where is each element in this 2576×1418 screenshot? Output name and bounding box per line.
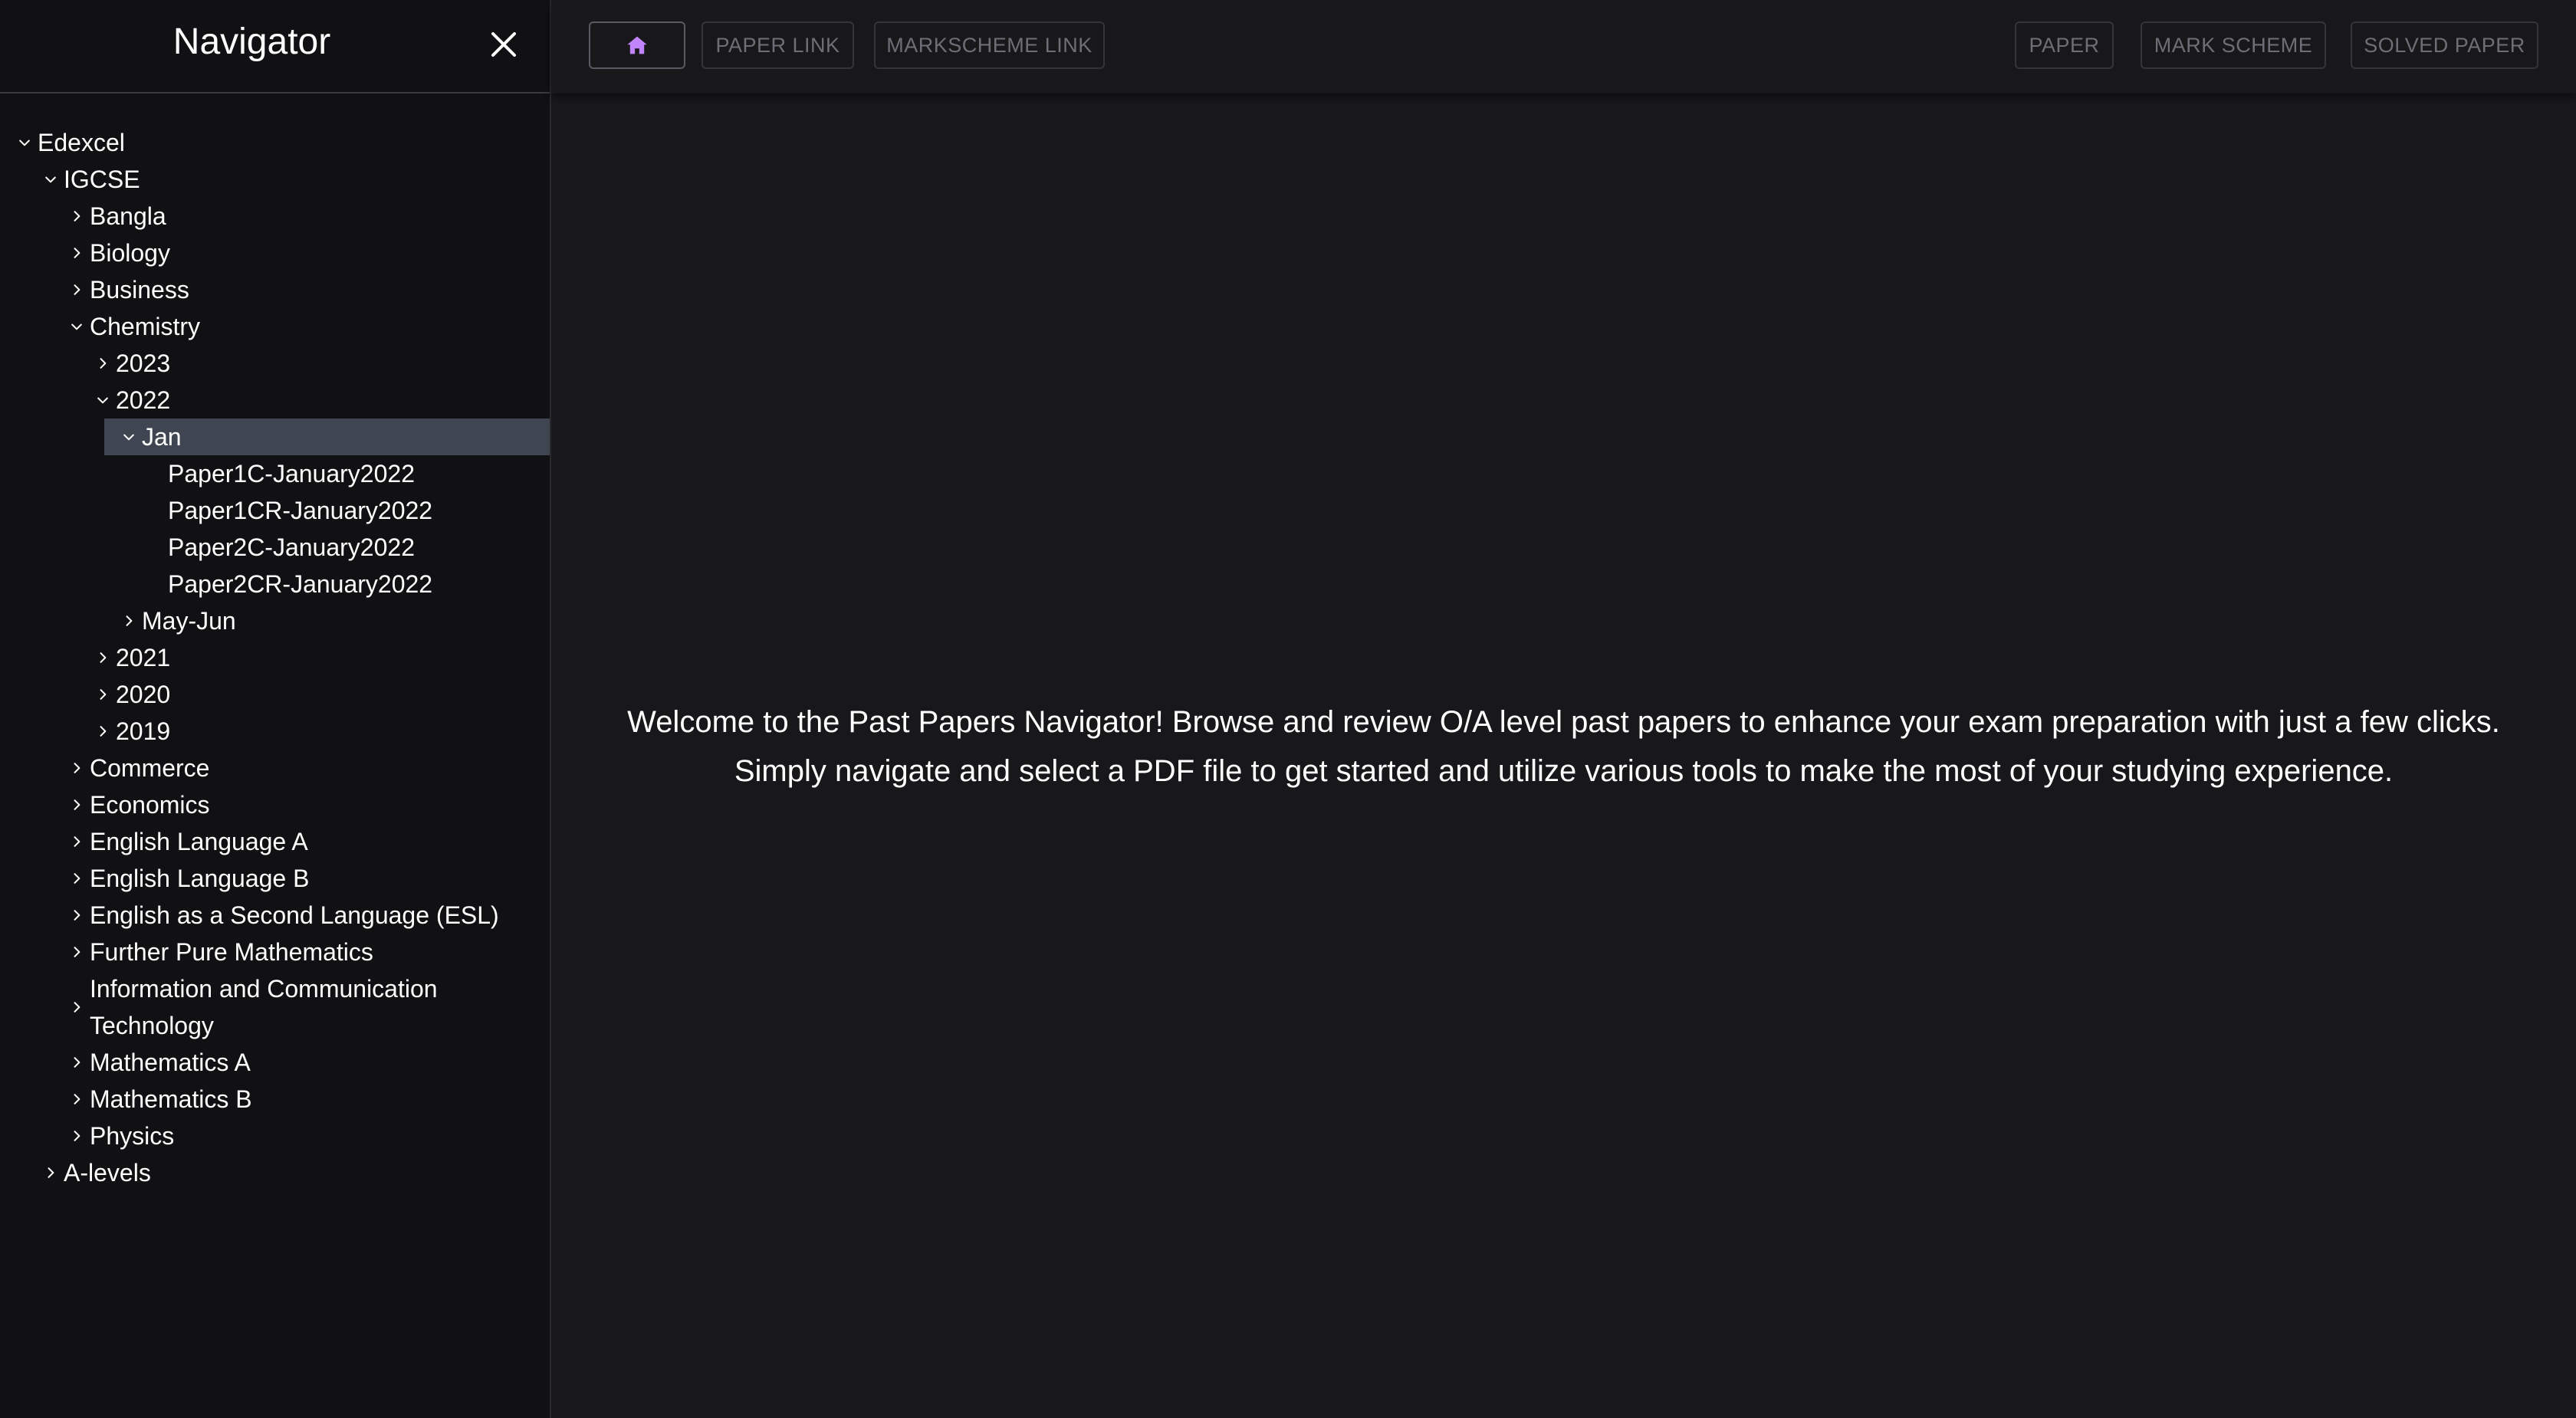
chevron-right-icon[interactable] (90, 676, 116, 713)
chevron-right-icon[interactable] (64, 989, 90, 1026)
navigator-tree: Edexcel IGCSE Bangla Biology Business Chemist… (0, 124, 550, 1191)
mark-scheme-button[interactable]: MARK SCHEME (2141, 21, 2326, 69)
tree-folder-item[interactable]: Chemistry (0, 308, 550, 345)
close-icon (491, 32, 516, 57)
chevron-right-icon[interactable] (64, 897, 90, 934)
tree-item-label: Further Pure Mathematics (90, 937, 373, 966)
tree-file-item[interactable]: Paper1CR-January2022 (0, 492, 550, 529)
tree-folder-item[interactable]: IGCSE (0, 161, 550, 198)
tree-folder-item[interactable]: 2022 (0, 382, 550, 419)
tree-folder-item[interactable]: 2019 (0, 713, 550, 750)
chevron-right-icon[interactable] (64, 1044, 90, 1081)
tree-item-label: A-levels (64, 1158, 151, 1187)
tree-item-label: English Language A (90, 827, 308, 855)
home-icon (627, 36, 647, 54)
tree-item-label: 2019 (116, 717, 171, 745)
tree-item-label: Paper1C-January2022 (168, 459, 415, 487)
tree-folder-item[interactable]: 2021 (0, 639, 550, 676)
tree-folder-item[interactable]: May-Jun (0, 602, 550, 639)
chevron-right-icon[interactable] (90, 639, 116, 676)
app-window: Navigator Edexcel IGCSE Bangla Biology Busin… (0, 0, 2576, 1418)
tree-folder-item[interactable]: Mathematics B (0, 1081, 550, 1118)
tree-item-label: Physics (90, 1121, 175, 1150)
solved-paper-button[interactable]: SOLVED PAPER (2351, 21, 2538, 69)
chevron-right-icon[interactable] (64, 750, 90, 786)
tree-item-label: Mathematics A (90, 1048, 251, 1076)
tree-folder-item[interactable]: English Language A (0, 823, 550, 860)
chevron-right-icon[interactable] (90, 345, 116, 382)
chevron-right-icon[interactable] (64, 235, 90, 271)
tree-item-label: Bangla (90, 202, 166, 230)
tree-item-label: English Language B (90, 864, 310, 892)
chevron-right-icon[interactable] (64, 860, 90, 897)
tree-item-label: Chemistry (90, 312, 201, 340)
tree-folder-item[interactable]: 2020 (0, 676, 550, 713)
tree-item-label: Paper2C-January2022 (168, 533, 415, 561)
chevron-right-icon[interactable] (64, 1118, 90, 1154)
tree-item-label: Paper1CR-January2022 (168, 496, 433, 524)
chevron-down-icon[interactable] (64, 308, 90, 345)
chevron-right-icon[interactable] (64, 1081, 90, 1118)
paper-link-button[interactable]: PAPER LINK (702, 21, 854, 69)
paper-button[interactable]: PAPER (2015, 21, 2114, 69)
chevron-right-icon[interactable] (64, 271, 90, 308)
tree-folder-item[interactable]: Economics (0, 786, 550, 823)
chevron-down-icon[interactable] (12, 124, 38, 161)
tree-item-label: Edexcel (38, 128, 125, 156)
sidebar-header: Navigator (0, 0, 550, 94)
tree-folder-item[interactable]: Business (0, 271, 550, 308)
tree-folder-item[interactable]: English as a Second Language (ESL) (0, 897, 550, 934)
chevron-right-icon[interactable] (64, 198, 90, 235)
tree-item-label: Information and Communication Technology (90, 975, 438, 1039)
tree-item-label: English as a Second Language (ESL) (90, 901, 499, 929)
tree-file-item[interactable]: Paper2CR-January2022 (0, 566, 550, 602)
tree-folder-item[interactable]: English Language B (0, 860, 550, 897)
tree-folder-item[interactable]: Physics (0, 1118, 550, 1154)
tree-folder-item[interactable]: Mathematics A (0, 1044, 550, 1081)
tree-folder-item[interactable]: A-levels (0, 1154, 550, 1191)
main-content: PAPER LINK MARKSCHEME LINK PAPER MARK SC… (551, 0, 2576, 1418)
welcome-message: Welcome to the Past Papers Navigator! Br… (551, 698, 2576, 796)
tree-file-item[interactable]: Paper2C-January2022 (0, 529, 550, 566)
chevron-down-icon[interactable] (38, 161, 64, 198)
tree-folder-item[interactable]: Edexcel (0, 124, 550, 161)
welcome-line-1: Welcome to the Past Papers Navigator! Br… (627, 705, 2500, 739)
chevron-right-icon[interactable] (64, 934, 90, 970)
tree-folder-item[interactable]: 2023 (0, 345, 550, 382)
chevron-down-icon[interactable] (90, 382, 116, 419)
tree-folder-item[interactable]: Jan (104, 419, 550, 455)
tree-folder-item[interactable]: Further Pure Mathematics (0, 934, 550, 970)
tree-folder-item[interactable]: Bangla (0, 198, 550, 235)
tree-item-label: 2020 (116, 680, 171, 708)
tree-item-label: Paper2CR-January2022 (168, 569, 433, 598)
chevron-right-icon[interactable] (38, 1154, 64, 1191)
welcome-line-2: Simply navigate and select a PDF file to… (734, 754, 2394, 788)
toolbar: PAPER LINK MARKSCHEME LINK PAPER MARK SC… (551, 0, 2576, 94)
tree-item-label: 2023 (116, 349, 171, 377)
home-button[interactable] (589, 21, 685, 69)
chevron-down-icon[interactable] (116, 419, 142, 455)
tree-item-label: May-Jun (142, 606, 236, 635)
chevron-right-icon[interactable] (90, 713, 116, 750)
chevron-right-icon[interactable] (64, 786, 90, 823)
tree-item-label: Economics (90, 790, 210, 819)
tree-item-label: 2021 (116, 643, 171, 671)
tree-folder-item[interactable]: Commerce (0, 750, 550, 786)
tree-item-label: Jan (142, 422, 182, 451)
tree-file-item[interactable]: Paper1C-January2022 (0, 455, 550, 492)
tree-item-label: 2022 (116, 386, 171, 414)
navigator-sidebar: Navigator Edexcel IGCSE Bangla Biology Busin… (0, 0, 551, 1418)
sidebar-title: Navigator (172, 21, 331, 62)
markscheme-link-button[interactable]: MARKSCHEME LINK (874, 21, 1105, 69)
tree-item-label: IGCSE (64, 165, 140, 193)
tree-item-label: Commerce (90, 753, 210, 782)
chevron-right-icon[interactable] (64, 823, 90, 860)
tree-item-label: Mathematics B (90, 1085, 252, 1113)
tree-folder-item[interactable]: Information and Communication Technology (0, 970, 550, 1044)
tree-item-label: Business (90, 275, 189, 304)
chevron-right-icon[interactable] (116, 602, 142, 639)
close-sidebar-button[interactable] (485, 26, 522, 63)
tree-item-label: Biology (90, 238, 170, 267)
tree-folder-item[interactable]: Biology (0, 235, 550, 271)
